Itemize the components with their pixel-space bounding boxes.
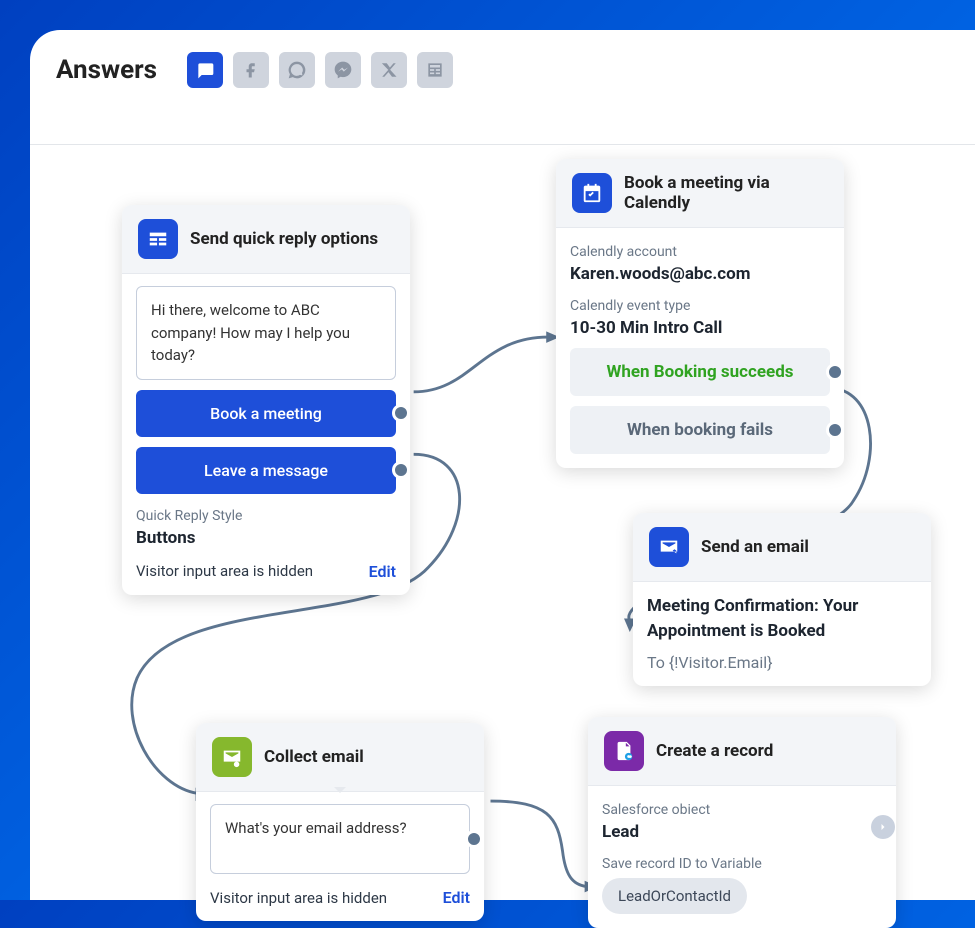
card-send-email[interactable]: Send an email Meeting Confirmation: Your… bbox=[633, 513, 931, 686]
book-meeting-button[interactable]: Book a meeting bbox=[136, 390, 396, 437]
salesforce-record-icon bbox=[604, 731, 644, 771]
style-label: Quick Reply Style bbox=[136, 508, 396, 524]
input-hidden-note: Visitor input area is hidden bbox=[136, 562, 313, 580]
flow-canvas: Send quick reply options Hi there, welco… bbox=[30, 144, 975, 900]
event-value: 10-30 Min Intro Call bbox=[570, 318, 830, 338]
account-value: Karen.woods@abc.com bbox=[570, 264, 830, 284]
x-icon[interactable] bbox=[371, 52, 407, 88]
card-title: Send an email bbox=[701, 537, 809, 557]
card-title: Create a record bbox=[656, 741, 773, 761]
card-create-record[interactable]: Create a record Salesforce obiect Lead S… bbox=[588, 717, 896, 928]
email-send-icon bbox=[649, 527, 689, 567]
edit-link[interactable]: Edit bbox=[443, 888, 470, 907]
whatsapp-icon[interactable] bbox=[279, 52, 315, 88]
object-label: Salesforce obiect bbox=[602, 802, 882, 818]
channel-buttons bbox=[187, 52, 453, 88]
message-text[interactable]: Hi there, welcome to ABC company! How ma… bbox=[136, 286, 396, 380]
save-label: Save record ID to Variable bbox=[602, 856, 882, 872]
account-label: Calendly account bbox=[570, 244, 830, 260]
collect-email-icon bbox=[212, 737, 252, 777]
connector-knob[interactable] bbox=[465, 830, 483, 848]
style-value: Buttons bbox=[136, 528, 396, 548]
card-title: Book a meeting via Calendly bbox=[624, 173, 828, 213]
card-calendly[interactable]: Book a meeting via Calendly Calendly acc… bbox=[556, 159, 844, 468]
connector-knob[interactable] bbox=[392, 461, 410, 479]
calendar-icon bbox=[572, 173, 612, 213]
card-quick-reply[interactable]: Send quick reply options Hi there, welco… bbox=[122, 205, 410, 595]
messenger-icon[interactable] bbox=[325, 52, 361, 88]
edit-link[interactable]: Edit bbox=[369, 562, 396, 581]
connector-knob[interactable] bbox=[826, 421, 844, 439]
email-prompt[interactable]: What's your email address? bbox=[210, 804, 470, 874]
chat-icon[interactable] bbox=[187, 52, 223, 88]
card-title: Collect email bbox=[264, 747, 364, 767]
card-collect-email[interactable]: Collect email What's your email address?… bbox=[196, 723, 484, 921]
quick-reply-icon bbox=[138, 219, 178, 259]
outcome-success[interactable]: When Booking succeeds bbox=[570, 348, 830, 396]
page-title: Answers bbox=[56, 55, 157, 85]
outcome-fail[interactable]: When booking fails bbox=[570, 406, 830, 454]
input-hidden-note: Visitor input area is hidden bbox=[210, 889, 387, 907]
pointer-icon bbox=[334, 787, 346, 793]
event-label: Calendly event type bbox=[570, 298, 830, 314]
toolbar: Answers bbox=[30, 30, 975, 102]
object-value: Lead bbox=[602, 822, 882, 842]
chevron-right-icon[interactable] bbox=[871, 815, 895, 839]
connector-knob[interactable] bbox=[392, 404, 410, 422]
facebook-icon[interactable] bbox=[233, 52, 269, 88]
leave-message-button[interactable]: Leave a message bbox=[136, 447, 396, 494]
news-icon[interactable] bbox=[417, 52, 453, 88]
variable-chip[interactable]: LeadOrContactId bbox=[602, 878, 747, 914]
email-subject: Meeting Confirmation: Your Appointment i… bbox=[647, 594, 917, 643]
connector-knob[interactable] bbox=[826, 363, 844, 381]
card-title: Send quick reply options bbox=[190, 229, 378, 249]
email-to: To {!Visitor.Email} bbox=[647, 653, 917, 672]
